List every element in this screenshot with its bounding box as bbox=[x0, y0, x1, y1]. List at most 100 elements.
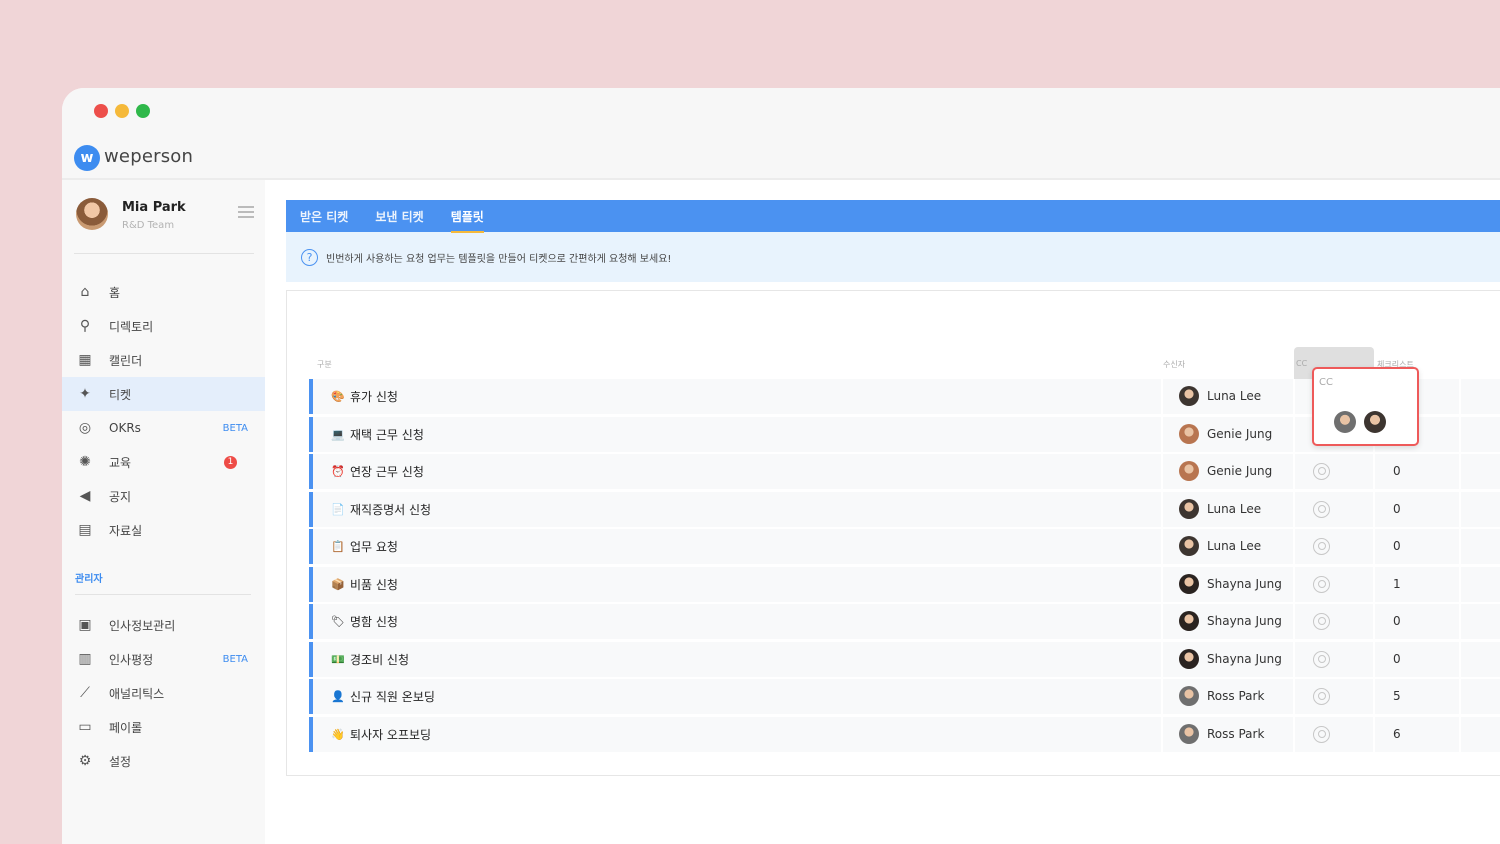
column-separator bbox=[1293, 379, 1295, 414]
beta-tag: BETA bbox=[222, 422, 248, 434]
template-title[interactable]: 👋 퇴사자 오프보딩 bbox=[331, 726, 431, 743]
checklist-count: 0 bbox=[1393, 539, 1401, 553]
sidebar-item-label: 인사정보관리 bbox=[109, 618, 176, 633]
analytics-icon: ⟋ bbox=[80, 685, 90, 701]
cc-user-icon[interactable] bbox=[1313, 538, 1330, 555]
table-row[interactable]: 👤 신규 직원 온보딩 Ross Park 5 bbox=[309, 679, 1500, 714]
column-separator bbox=[1373, 566, 1375, 602]
sidebar-item-7[interactable]: ▤ 자료실 bbox=[62, 513, 265, 547]
column-separator bbox=[1373, 641, 1375, 677]
minimize-window-button[interactable] bbox=[115, 104, 129, 118]
cc-user-icon[interactable] bbox=[1313, 613, 1330, 630]
column-separator bbox=[1161, 529, 1163, 564]
table-row[interactable]: 👋 퇴사자 오프보딩 Ross Park 6 bbox=[309, 716, 1500, 752]
recipient[interactable]: Ross Park bbox=[1179, 723, 1264, 744]
column-separator bbox=[1293, 641, 1295, 677]
sidebar-item-0[interactable]: ▣ 인사정보관리 bbox=[62, 608, 265, 642]
recipient-name: Ross Park bbox=[1207, 689, 1265, 703]
recipient[interactable]: Genie Jung bbox=[1179, 423, 1272, 444]
template-table: 구분 수신자 CC 체크리스트 🎨 휴가 신청 Luna Lee 💻 재택 근무 신청 G… bbox=[286, 290, 1500, 776]
tab-0[interactable]: 받은 티켓 bbox=[300, 208, 348, 225]
cc-user-icon[interactable] bbox=[1313, 688, 1330, 705]
template-title[interactable]: ⏰ 연장 근무 신청 bbox=[331, 463, 424, 480]
sidebar-item-3[interactable]: ▭ 페이롤 bbox=[62, 710, 265, 744]
cc-avatar[interactable] bbox=[1334, 411, 1356, 433]
table-row[interactable]: 📋 업무 요청 Luna Lee 0 bbox=[309, 529, 1500, 564]
cc-user-icon[interactable] bbox=[1313, 575, 1330, 593]
info-banner-text: 빈번하게 사용하는 요청 업무는 템플릿을 만들어 티켓으로 간편하게 요청해 … bbox=[326, 253, 672, 265]
template-title[interactable]: 📋 업무 요청 bbox=[331, 538, 398, 555]
tab-2[interactable]: 템플릿 bbox=[450, 208, 484, 233]
close-window-button[interactable] bbox=[94, 104, 108, 118]
template-title[interactable]: 🏷 명함 신청 bbox=[331, 613, 398, 630]
cc-user-icon[interactable] bbox=[1313, 463, 1330, 480]
cc-user-icon[interactable] bbox=[1313, 500, 1330, 518]
cc-popup[interactable]: CC bbox=[1312, 367, 1419, 446]
template-title[interactable]: 💻 재택 근무 신청 bbox=[331, 426, 424, 443]
cc-user-icon[interactable] bbox=[1313, 725, 1330, 743]
avatar[interactable] bbox=[76, 198, 108, 230]
table-row[interactable]: 📦 비품 신청 Shayna Jung 1 bbox=[309, 566, 1500, 602]
archive-icon: ▤ bbox=[78, 522, 92, 538]
column-separator bbox=[1459, 529, 1461, 564]
sidebar-item-4[interactable]: ⚙ 설정 bbox=[62, 744, 265, 778]
template-title-text: 퇴사자 오프보딩 bbox=[350, 727, 432, 742]
column-separator bbox=[1373, 529, 1375, 564]
template-title[interactable]: 📄 재직증명서 신청 bbox=[331, 501, 431, 518]
logo-icon[interactable]: w bbox=[74, 145, 100, 171]
column-separator bbox=[1161, 566, 1163, 602]
maximize-window-button[interactable] bbox=[136, 104, 150, 118]
template-title-text: 명함 신청 bbox=[350, 615, 398, 629]
recipient[interactable]: Luna Lee bbox=[1179, 498, 1261, 519]
template-title[interactable]: 👤 신규 직원 온보딩 bbox=[331, 688, 435, 705]
payroll-icon: ▭ bbox=[78, 719, 92, 735]
table-row[interactable]: ⏰ 연장 근무 신청 Genie Jung 0 bbox=[309, 454, 1500, 489]
template-icon: 💻 bbox=[331, 427, 345, 441]
sidebar-item-1[interactable]: ▥ 인사평정 BETA bbox=[62, 642, 265, 676]
recipient[interactable]: Shayna Jung bbox=[1179, 648, 1282, 669]
hamburger-menu-icon[interactable] bbox=[238, 206, 254, 218]
avatar bbox=[1179, 536, 1199, 556]
column-separator bbox=[1293, 416, 1295, 452]
sidebar-item-4[interactable]: ◎ OKRs BETA bbox=[62, 411, 265, 445]
avatar bbox=[1179, 686, 1199, 706]
sidebar-item-3[interactable]: ✦ 티켓 bbox=[62, 377, 265, 411]
recipient[interactable]: Ross Park bbox=[1179, 686, 1264, 706]
column-header-cc: CC bbox=[1296, 359, 1308, 368]
avatar bbox=[1179, 423, 1199, 444]
column-separator bbox=[1161, 679, 1163, 714]
sidebar-item-label: 공지 bbox=[109, 489, 132, 504]
recipient-name: Luna Lee bbox=[1207, 539, 1262, 553]
cc-avatar[interactable] bbox=[1364, 411, 1386, 433]
admin-nav: ▣ 인사정보관리 ▥ 인사평정 BETA ⟋ 애널리틱스 ▭ 페이롤 ⚙ 설정 bbox=[62, 608, 265, 778]
recipient[interactable]: Shayna Jung bbox=[1179, 611, 1282, 631]
help-icon[interactable]: ? bbox=[301, 248, 318, 266]
recipient[interactable]: Luna Lee bbox=[1179, 386, 1261, 406]
sidebar-item-6[interactable]: ◀ 공지 bbox=[62, 479, 265, 513]
main-content: 받은 티켓 보낸 티켓 템플릿 ? 빈번하게 사용하는 요청 업무는 템플릿을 만들… bbox=[286, 200, 1500, 844]
logo-text[interactable]: weperson bbox=[104, 146, 193, 167]
table-row[interactable]: 💵 경조비 신청 Shayna Jung 0 bbox=[309, 641, 1500, 677]
checklist-count: 0 bbox=[1393, 651, 1401, 666]
table-row[interactable]: 🏷 명함 신청 Shayna Jung 0 bbox=[309, 604, 1500, 639]
template-title[interactable]: 🎨 휴가 신청 bbox=[331, 388, 398, 405]
table-row[interactable]: 📄 재직증명서 신청 Luna Lee 0 bbox=[309, 491, 1500, 527]
tab-1[interactable]: 보낸 티켓 bbox=[375, 208, 423, 225]
recipient[interactable]: Luna Lee bbox=[1179, 536, 1261, 556]
template-title[interactable]: 📦 비품 신청 bbox=[331, 576, 398, 593]
profile-card[interactable]: Mia Park R&D Team bbox=[74, 198, 254, 254]
sidebar-item-2[interactable]: ⟋ 애널리틱스 bbox=[62, 676, 265, 710]
column-separator bbox=[1161, 604, 1163, 639]
sidebar-item-5[interactable]: ✺ 교육 1 bbox=[62, 445, 265, 479]
template-title[interactable]: 💵 경조비 신청 bbox=[331, 651, 409, 668]
recipient[interactable]: Shayna Jung bbox=[1179, 573, 1282, 594]
avatar bbox=[1179, 611, 1199, 631]
sidebar-item-1[interactable]: ⚲ 디렉토리 bbox=[62, 309, 265, 343]
ticket-tabs: 받은 티켓 보낸 티켓 템플릿 bbox=[286, 200, 1500, 233]
sidebar-item-0[interactable]: ⌂ 홈 bbox=[62, 275, 265, 309]
sidebar-item-2[interactable]: ▦ 캘린더 bbox=[62, 343, 265, 377]
cc-user-icon[interactable] bbox=[1313, 650, 1330, 668]
recipient[interactable]: Genie Jung bbox=[1179, 461, 1272, 481]
home-icon: ⌂ bbox=[80, 284, 90, 300]
column-separator bbox=[1459, 566, 1461, 602]
